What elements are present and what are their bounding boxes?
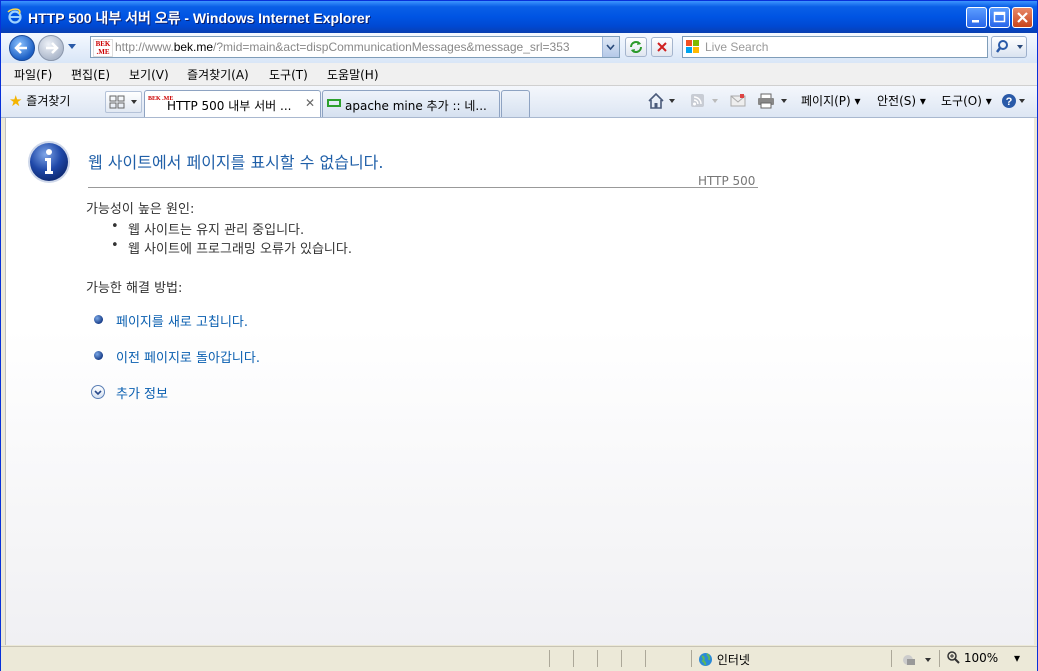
status-divider (939, 650, 940, 667)
tab-command-bar: ★ 즐겨찾기 BEK .ME HTTP 500 내부 서버 ... ✕ apac… (1, 86, 1037, 118)
maximize-button[interactable] (989, 7, 1010, 28)
stop-icon (657, 42, 667, 52)
http-status-code: HTTP 500 (698, 174, 756, 188)
status-bar: 인터넷 100% ▾ (1, 646, 1037, 671)
address-toolbar: BEK .ME http://www.bek.me/?mid=main&act=… (1, 33, 1037, 63)
forward-arrow-icon (46, 42, 59, 54)
stop-button[interactable] (651, 37, 673, 57)
menu-file[interactable]: 파일(F) (14, 66, 52, 83)
cause-item: 웹 사이트는 유지 관리 중입니다. (111, 219, 304, 238)
zoom-icon (947, 651, 960, 664)
address-url[interactable]: http://www.bek.me/?mid=main&act=dispComm… (115, 40, 601, 54)
menu-view[interactable]: 보기(V) (129, 66, 169, 83)
more-info-link[interactable]: 추가 정보 (116, 383, 168, 402)
search-icon (996, 40, 1023, 53)
search-placeholder: Live Search (705, 40, 769, 54)
favorites-label: 즐겨찾기 (26, 94, 71, 108)
refresh-icon (630, 41, 642, 53)
print-icon[interactable] (757, 92, 791, 110)
menu-favorites[interactable]: 즐겨찾기(A) (187, 66, 249, 83)
svg-text:?: ? (1006, 96, 1013, 108)
causes-title: 가능성이 높은 원인: (86, 202, 195, 217)
refresh-button[interactable] (625, 37, 647, 57)
address-dropdown-button[interactable] (602, 37, 619, 57)
tab-apache-mine[interactable]: apache mine 추가 :: 네... (322, 90, 500, 117)
home-icon[interactable] (647, 92, 677, 110)
chevron-down-icon (606, 44, 615, 51)
feeds-icon[interactable] (690, 92, 720, 110)
menu-help[interactable]: 도움말(H) (327, 66, 379, 83)
zoom-level-button[interactable]: 100% ▾ (947, 651, 1020, 665)
page-menu-button[interactable]: 페이지(P) ▾ (801, 92, 861, 109)
star-icon: ★ (9, 92, 23, 110)
tab-label: HTTP 500 내부 서버 ... (167, 99, 292, 113)
tab-favicon: BEK .ME (148, 96, 174, 102)
status-divider (573, 650, 574, 667)
menu-edit[interactable]: 편집(E) (71, 66, 110, 83)
bullet-orb-icon (94, 315, 103, 324)
globe-icon (699, 653, 712, 666)
menu-bar: 파일(F) 편집(E) 보기(V) 즐겨찾기(A) 도구(T) 도움말(H) (1, 63, 1037, 86)
tab-http-500[interactable]: BEK .ME HTTP 500 내부 서버 ... ✕ (144, 90, 321, 117)
window-title: HTTP 500 내부 서버 오류 - Windows Internet Exp… (28, 10, 371, 26)
close-icon (1017, 12, 1028, 23)
zone-label: 인터넷 (716, 653, 750, 667)
status-divider (891, 650, 892, 667)
back-button[interactable] (9, 35, 35, 61)
maximize-icon (993, 11, 1006, 23)
fixes-title: 가능한 해결 방법: (86, 281, 183, 296)
page-icon (327, 99, 341, 107)
ie-window: HTTP 500 내부 서버 오류 - Windows Internet Exp… (0, 0, 1038, 671)
go-back-link[interactable]: 이전 페이지로 돌아갑니다. (116, 347, 260, 366)
cause-item: 웹 사이트에 프로그래밍 오류가 있습니다. (111, 238, 352, 257)
security-zone[interactable]: 인터넷 (698, 651, 750, 668)
minimize-button[interactable] (966, 7, 987, 28)
recent-pages-dropdown-icon[interactable] (67, 43, 77, 51)
address-bar[interactable]: BEK .ME http://www.bek.me/?mid=main&act=… (90, 36, 620, 58)
forward-button[interactable] (38, 35, 64, 61)
protected-mode-icon[interactable] (901, 652, 935, 667)
chevron-down-icon: ▾ (1013, 651, 1020, 665)
bullet-orb-icon (94, 351, 103, 360)
status-divider (621, 650, 622, 667)
status-divider (549, 650, 550, 667)
tab-close-icon[interactable]: ✕ (305, 96, 315, 110)
help-icon[interactable]: ? (1001, 92, 1029, 110)
quick-tabs-button[interactable] (105, 91, 142, 113)
site-favicon: BEK .ME (93, 39, 113, 57)
new-tab-button[interactable] (501, 90, 530, 117)
windows-live-logo-icon (686, 40, 699, 53)
status-divider (597, 650, 598, 667)
zoom-value: 100% (963, 651, 999, 665)
page-content: 웹 사이트에서 페이지를 표시할 수 없습니다. HTTP 500 가능성이 높… (5, 118, 1034, 645)
tab-label: apache mine 추가 :: 네... (345, 99, 487, 113)
menu-tools[interactable]: 도구(T) (269, 66, 308, 83)
close-window-button[interactable] (1012, 7, 1033, 28)
status-divider (645, 650, 646, 667)
favorites-center-button[interactable]: ★ 즐겨찾기 (9, 92, 70, 110)
title-bar[interactable]: HTTP 500 내부 서버 오류 - Windows Internet Exp… (1, 1, 1037, 33)
search-button[interactable] (991, 36, 1027, 58)
expand-chevron-icon[interactable] (91, 385, 105, 399)
heading-divider (88, 187, 758, 188)
status-divider (691, 650, 692, 667)
page-title: 웹 사이트에서 페이지를 표시할 수 없습니다. (88, 153, 384, 172)
quick-tabs-icon (109, 95, 137, 109)
tools-menu-button[interactable]: 도구(O) ▾ (941, 92, 992, 109)
internet-explorer-icon (7, 8, 22, 24)
minimize-icon (972, 20, 979, 23)
read-mail-icon[interactable] (730, 92, 750, 110)
safety-menu-button[interactable]: 안전(S) ▾ (877, 92, 926, 109)
back-arrow-icon (14, 42, 27, 54)
search-box[interactable]: Live Search (682, 36, 988, 58)
info-icon (28, 141, 70, 183)
refresh-page-link[interactable]: 페이지를 새로 고칩니다. (116, 311, 248, 330)
